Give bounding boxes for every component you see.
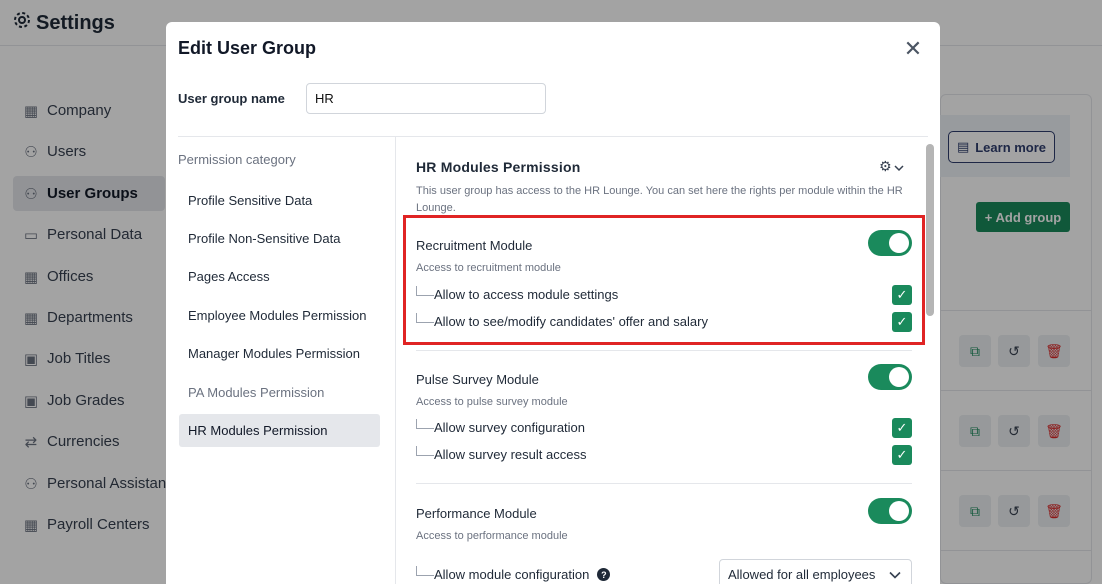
tree-connector xyxy=(416,285,434,296)
performance-module-toggle[interactable] xyxy=(868,498,912,524)
help-icon[interactable]: ? xyxy=(597,568,611,581)
category-hr-modules[interactable]: HR Modules Permission xyxy=(179,414,380,447)
gear-icon: ⚙ xyxy=(879,158,892,174)
permission-row: Allow to access module settings xyxy=(416,285,618,302)
tree-connector xyxy=(416,312,434,323)
divider xyxy=(178,136,928,137)
permission-checkbox[interactable]: ✓ xyxy=(892,445,912,465)
permission-checkbox[interactable]: ✓ xyxy=(892,312,912,332)
module-description: Access to recruitment module xyxy=(416,262,561,274)
permission-checkbox[interactable]: ✓ xyxy=(892,418,912,438)
section-title: HR Modules Permission xyxy=(416,159,581,175)
category-pa-modules[interactable]: PA Modules Permission xyxy=(179,376,380,409)
category-profile-sensitive[interactable]: Profile Sensitive Data xyxy=(179,184,380,217)
tree-connector xyxy=(416,418,434,429)
toggle-knob xyxy=(889,233,909,253)
module-name: Performance Module xyxy=(416,506,537,521)
recruitment-module-toggle[interactable] xyxy=(868,230,912,256)
close-icon: ✕ xyxy=(903,36,923,61)
module-configuration-select[interactable]: Allowed for all employees xyxy=(719,559,912,584)
permission-row: Allow to see/modify candidates' offer an… xyxy=(416,312,708,329)
module-name: Pulse Survey Module xyxy=(416,372,539,387)
module-divider xyxy=(416,350,912,351)
group-name-label: User group name xyxy=(178,91,285,106)
close-button[interactable]: ✕ xyxy=(902,38,924,60)
category-profile-non-sensitive[interactable]: Profile Non-Sensitive Data xyxy=(179,222,380,255)
module-name: Recruitment Module xyxy=(416,238,533,253)
divider xyxy=(395,136,396,584)
module-divider xyxy=(416,483,912,484)
module-description: Access to performance module xyxy=(416,530,568,542)
pulse-survey-module-toggle[interactable] xyxy=(868,364,912,390)
permission-row: Allow survey configuration xyxy=(416,418,585,435)
category-pages-access[interactable]: Pages Access xyxy=(179,260,380,293)
group-name-input[interactable] xyxy=(306,83,546,114)
edit-user-group-dialog: Edit User Group ✕ User group name Permis… xyxy=(166,22,940,584)
toggle-knob xyxy=(889,501,909,521)
permission-checkbox[interactable]: ✓ xyxy=(892,285,912,305)
chevron-down-icon xyxy=(889,567,901,582)
module-description: Access to pulse survey module xyxy=(416,396,568,408)
section-description: This user group has access to the HR Lou… xyxy=(416,185,903,214)
permission-row: Allow module configuration ? xyxy=(416,565,611,582)
tree-connector xyxy=(416,565,434,576)
tree-connector xyxy=(416,445,434,456)
chevron-down-icon xyxy=(894,159,904,175)
category-employee-modules[interactable]: Employee Modules Permission xyxy=(179,299,380,332)
toggle-knob xyxy=(889,367,909,387)
section-settings-button[interactable]: ⚙ xyxy=(879,158,904,175)
category-header: Permission category xyxy=(178,152,296,167)
permission-row: Allow survey result access xyxy=(416,445,586,462)
category-manager-modules[interactable]: Manager Modules Permission xyxy=(179,337,380,370)
dialog-title: Edit User Group xyxy=(178,38,317,58)
scrollbar[interactable] xyxy=(926,144,934,316)
